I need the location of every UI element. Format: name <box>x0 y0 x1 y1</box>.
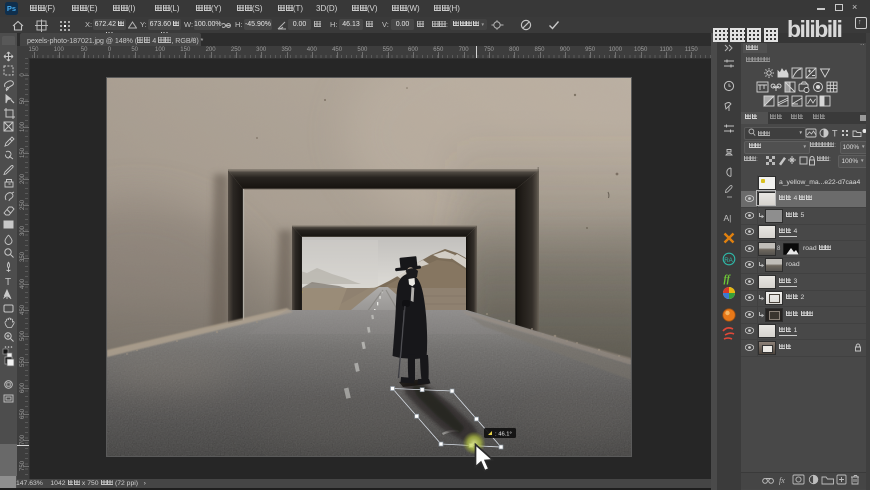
svg-text:A|: A| <box>724 213 732 223</box>
svg-text:T: T <box>832 129 838 139</box>
svg-text:RA: RA <box>724 257 733 264</box>
svg-text:ff: ff <box>724 274 732 285</box>
svg-text:fx: fx <box>779 476 785 485</box>
svg-text:T: T <box>5 277 11 288</box>
